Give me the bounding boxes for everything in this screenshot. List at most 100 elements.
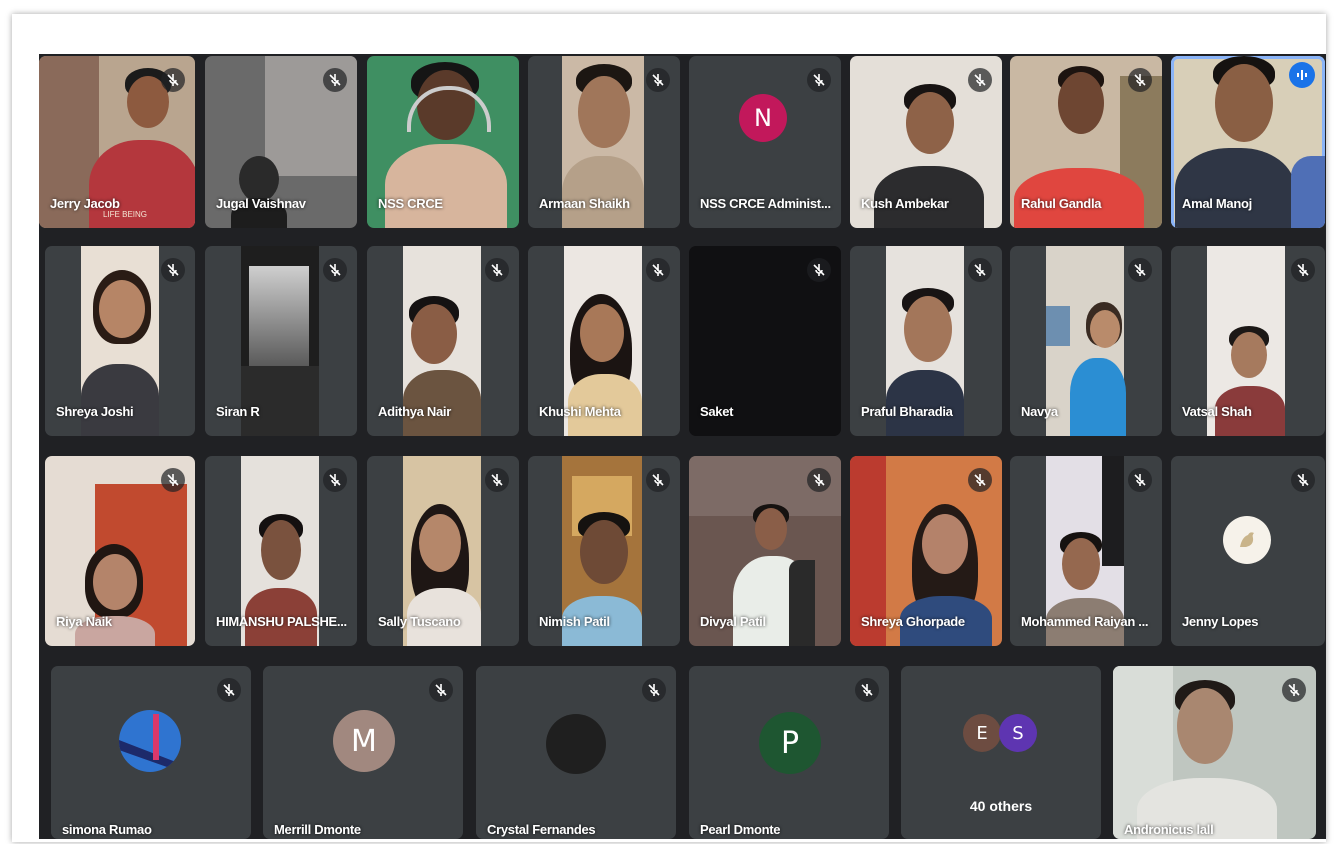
participant-name: Riya Naik: [56, 614, 112, 629]
participant-name: Nimish Patil: [539, 614, 610, 629]
participant-tile[interactable]: M Merrill Dmonte: [263, 666, 463, 839]
shirt-print: LIFE BEING: [103, 210, 148, 219]
participant-name: Merrill Dmonte: [274, 822, 361, 837]
others-count: 40 others: [969, 798, 1033, 814]
participant-tile[interactable]: Praful Bharadia: [850, 246, 1002, 436]
muted-mic-icon: [855, 678, 879, 702]
muted-mic-icon: [642, 678, 666, 702]
participant-name: HIMANSHU PALSHE...: [216, 614, 347, 629]
participant-name: Crystal Fernandes: [487, 822, 596, 837]
muted-mic-icon: [323, 468, 347, 492]
muted-mic-icon: [161, 468, 185, 492]
bird-icon: [1240, 532, 1254, 547]
muted-mic-icon: [1282, 678, 1306, 702]
muted-mic-icon: [968, 68, 992, 92]
participant-tile[interactable]: Divyal Patil: [689, 456, 841, 646]
muted-mic-icon: [485, 258, 509, 282]
participant-name: Shreya Ghorpade: [861, 614, 965, 629]
muted-mic-icon: [646, 258, 670, 282]
participant-name: Jerry Jacob: [50, 196, 120, 211]
muted-mic-icon: [1128, 68, 1152, 92]
participant-tile[interactable]: Mohammed Raiyan ...: [1010, 456, 1162, 646]
muted-mic-icon: [161, 258, 185, 282]
participant-tile[interactable]: Adithya Nair: [367, 246, 519, 436]
participant-tile[interactable]: Riya Naik: [45, 456, 195, 646]
participant-tile[interactable]: P Pearl Dmonte: [689, 666, 889, 839]
muted-mic-icon: [429, 678, 453, 702]
participant-tile[interactable]: Khushi Mehta: [528, 246, 680, 436]
participant-name: NSS CRCE Administ...: [700, 196, 831, 211]
participant-tile[interactable]: Sally Tuscano: [367, 456, 519, 646]
participant-name: Rahul Gandla: [1021, 196, 1102, 211]
participant-tile-active-speaker[interactable]: Amal Manoj: [1171, 56, 1325, 228]
muted-mic-icon: [323, 258, 347, 282]
participant-name: Pearl Dmonte: [700, 822, 781, 837]
participant-tile[interactable]: Kush Ambekar: [850, 56, 1002, 228]
participant-tile[interactable]: Shreya Ghorpade: [850, 456, 1002, 646]
participant-tile[interactable]: HIMANSHU PALSHE...: [205, 456, 357, 646]
participant-name: Divyal Patil: [700, 614, 766, 629]
participant-name: Amal Manoj: [1182, 196, 1252, 211]
muted-mic-icon: [968, 468, 992, 492]
participant-tile[interactable]: Shreya Joshi: [45, 246, 195, 436]
participant-tile[interactable]: Nimish Patil: [528, 456, 680, 646]
participant-name: Praful Bharadia: [861, 404, 953, 419]
participant-tile[interactable]: Rahul Gandla: [1010, 56, 1162, 228]
participant-tile[interactable]: LIFE BEING Jerry Jacob: [39, 56, 195, 228]
participant-name: Shreya Joshi: [56, 404, 134, 419]
avatar: N: [739, 94, 787, 142]
others-avatar: E: [963, 714, 1001, 752]
muted-mic-icon: [807, 258, 831, 282]
screenshot-frame: LIFE BEING Jerry Jacob Jugal Vaishnav NS…: [12, 14, 1326, 842]
muted-mic-icon: [323, 68, 347, 92]
participant-name: Siran R: [216, 404, 260, 419]
participant-tile[interactable]: Jugal Vaishnav: [205, 56, 357, 228]
muted-mic-icon: [1128, 468, 1152, 492]
speaking-indicator-icon: [1289, 62, 1315, 88]
participant-tile[interactable]: simona Rumao: [51, 666, 251, 839]
participant-tile[interactable]: Vatsal Shah: [1171, 246, 1325, 436]
muted-mic-icon: [646, 468, 670, 492]
participant-tile[interactable]: Andronicus lall: [1113, 666, 1316, 839]
muted-mic-icon: [1128, 258, 1152, 282]
avatar: P: [759, 712, 821, 774]
participant-name: Navya: [1021, 404, 1058, 419]
muted-mic-icon: [485, 468, 509, 492]
avatar: [119, 710, 181, 772]
participant-name: Jenny Lopes: [1182, 614, 1259, 629]
avatar: M: [333, 710, 395, 772]
participant-tile[interactable]: Jenny Lopes: [1171, 456, 1325, 646]
muted-mic-icon: [161, 68, 185, 92]
muted-mic-icon: [807, 468, 831, 492]
participant-name: Armaan Shaikh: [539, 196, 630, 211]
participant-tile[interactable]: Navya: [1010, 246, 1162, 436]
participant-tile[interactable]: N NSS CRCE Administ...: [689, 56, 841, 228]
profile-picture: [119, 714, 181, 772]
participant-tile[interactable]: Saket: [689, 246, 841, 436]
others-tile[interactable]: E S 40 others: [901, 666, 1101, 839]
participant-name: Khushi Mehta: [539, 404, 621, 419]
muted-mic-icon: [646, 68, 670, 92]
participant-tile[interactable]: Siran R: [205, 246, 357, 436]
participant-name: Jugal Vaishnav: [216, 196, 306, 211]
muted-mic-icon: [1291, 258, 1315, 282]
participant-name: Saket: [700, 404, 734, 419]
meeting-grid: LIFE BEING Jerry Jacob Jugal Vaishnav NS…: [39, 54, 1326, 839]
muted-mic-icon: [217, 678, 241, 702]
participant-name: Sally Tuscano: [378, 614, 461, 629]
participant-tile[interactable]: Crystal Fernandes: [476, 666, 676, 839]
participant-name: Andronicus lall: [1124, 822, 1214, 837]
avatar: [1223, 516, 1271, 564]
participant-name: Adithya Nair: [378, 404, 451, 419]
participant-tile[interactable]: NSS CRCE: [367, 56, 519, 228]
muted-mic-icon: [968, 258, 992, 282]
participant-name: Kush Ambekar: [861, 196, 949, 211]
participant-name: NSS CRCE: [378, 196, 443, 211]
others-avatar: S: [999, 714, 1037, 752]
muted-mic-icon: [807, 68, 831, 92]
avatar: [546, 714, 606, 774]
muted-mic-icon: [1291, 468, 1315, 492]
participant-name: Mohammed Raiyan ...: [1021, 614, 1149, 629]
participant-tile[interactable]: Armaan Shaikh: [528, 56, 680, 228]
participant-name: simona Rumao: [62, 822, 152, 837]
